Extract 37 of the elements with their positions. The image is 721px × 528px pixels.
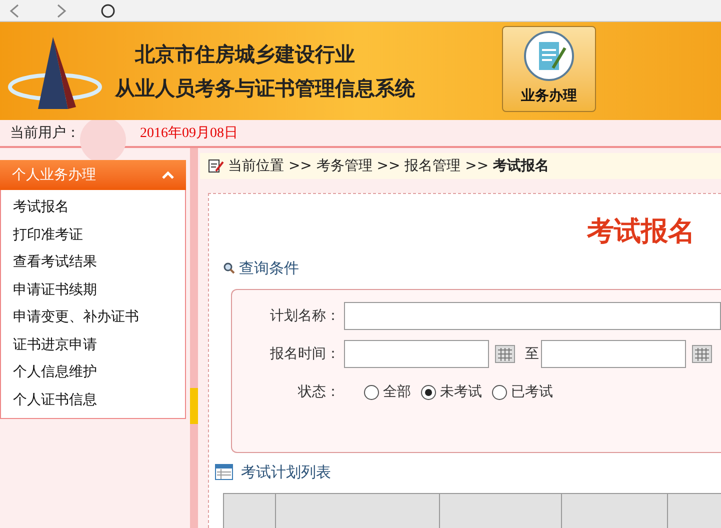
system-title: 北京市住房城乡建设行业 (134, 41, 356, 68)
system-subtitle: 从业人员考务与证书管理信息系统 (115, 75, 415, 102)
field-label: 状态： (297, 383, 341, 402)
sidebar-item[interactable]: 考试报名 (1, 194, 185, 222)
sidebar-item[interactable]: 个人证书信息 (1, 386, 185, 414)
status-radio[interactable]: 未考试 (421, 382, 482, 403)
status-radio[interactable]: 已考试 (492, 382, 553, 403)
sidebar-item[interactable]: 打印准考证 (1, 222, 185, 249)
breadcrumb-path: 当前位置 >> 考务管理 >> 报名管理 >> 考试报名 (228, 156, 550, 176)
field-label: 计划名称： (269, 306, 341, 326)
table-icon (215, 464, 233, 480)
status-radio[interactable]: 全部 (364, 382, 411, 403)
collapse-handle[interactable] (190, 388, 198, 424)
sidebar-item[interactable]: 个人信息维护 (1, 359, 185, 386)
sidebar-item[interactable]: 申请变更、补办证书 (1, 304, 185, 332)
list-section-title: 考试计划列表 (241, 462, 331, 483)
sidebar-item[interactable]: 证书进京申请 (1, 332, 185, 359)
search-icon (223, 262, 235, 274)
current-date: 2016年09月08日 (140, 124, 238, 142)
page-title: 考试报名 (587, 215, 695, 249)
edit-icon (208, 159, 224, 173)
field-label: 报名时间： (269, 344, 341, 364)
query-section-title: 查询条件 (239, 258, 299, 278)
caret-icon[interactable] (162, 171, 174, 179)
sidebar-item[interactable]: 申请证书续期 (1, 276, 185, 304)
clipboard-icon (523, 30, 575, 82)
business-button[interactable]: 业务办理 (502, 26, 596, 112)
current-user-label: 当前用户： (10, 124, 80, 142)
end-date-field[interactable] (541, 340, 686, 368)
calendar-icon[interactable] (692, 345, 712, 363)
sidebar-item[interactable]: 查看考试结果 (1, 249, 185, 276)
to-label: 至 (525, 344, 539, 364)
reload-icon[interactable] (100, 4, 116, 18)
plan-name-field[interactable] (344, 302, 721, 330)
calendar-icon[interactable] (495, 345, 515, 363)
start-date-field[interactable] (344, 340, 489, 368)
sidebar-title: 个人业务办理 (12, 166, 96, 184)
